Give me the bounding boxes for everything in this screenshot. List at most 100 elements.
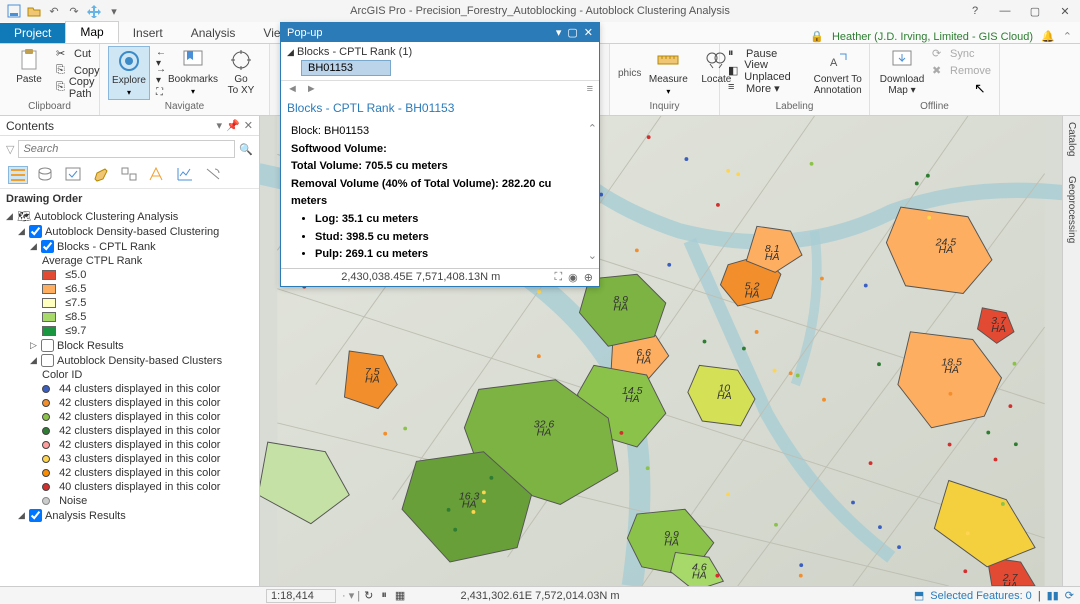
popup-select-icon[interactable]: ⊕ <box>584 271 593 284</box>
tab-insert[interactable]: Insert <box>119 23 177 43</box>
popup-scroll-down-icon[interactable]: ⌄ <box>588 248 597 266</box>
status-pause-icon[interactable]: ⏸ <box>381 589 387 602</box>
tab-geoprocessing[interactable]: Geoprocessing <box>1066 176 1077 243</box>
status-pause2-icon[interactable]: ▮▮ <box>1047 589 1059 602</box>
legend-class[interactable]: ≤6.5 <box>42 282 253 296</box>
measure-button[interactable]: Measure▾ <box>647 46 689 98</box>
close-icon[interactable]: ✕ <box>1056 5 1074 18</box>
tab-map[interactable]: Map <box>65 21 118 43</box>
qat-dropdown-icon[interactable]: ▾ <box>106 3 122 19</box>
legend-cluster[interactable]: 40 clusters displayed in this color <box>42 480 253 494</box>
redo-icon[interactable]: ↷ <box>66 3 82 19</box>
maximize-icon[interactable]: ▢ <box>1026 5 1044 18</box>
legend-cluster[interactable]: 42 clusters displayed in this color <box>42 424 253 438</box>
panel-pin-icon[interactable]: 📌 <box>226 119 240 132</box>
gotoxy-button[interactable]: Go To XY <box>220 46 262 98</box>
more-button[interactable]: ≡More ▾ <box>728 80 808 96</box>
popup-restore-icon[interactable]: ▢ <box>567 26 577 39</box>
notifications-icon[interactable]: 🔔 <box>1041 30 1055 43</box>
ribbon-collapse-icon[interactable]: ⌃ <box>1063 30 1072 43</box>
blockresults-checkbox[interactable] <box>41 339 54 352</box>
clusters-checkbox[interactable] <box>41 354 54 367</box>
filter-icon[interactable]: ▽ <box>6 143 14 156</box>
infographics-partial[interactable]: phics <box>618 68 641 79</box>
list-label-icon[interactable] <box>148 166 168 184</box>
list-drawing-icon[interactable] <box>8 166 28 184</box>
search-icon[interactable]: 🔍 <box>239 143 253 156</box>
list-edit-icon[interactable] <box>92 166 112 184</box>
status-refresh-icon[interactable]: ⟳ <box>1065 589 1074 602</box>
nav-next-button[interactable]: → ▾ <box>156 67 166 83</box>
scale-input[interactable]: 1:18,414 <box>266 589 336 603</box>
popup-prev-icon[interactable]: ◄ <box>287 83 298 95</box>
popup-zoom-icon[interactable]: ⛶ <box>554 271 562 284</box>
copypath-button[interactable]: ⎘Copy Path <box>56 80 100 96</box>
panel-dropdown-icon[interactable]: ▾ <box>217 119 223 132</box>
legend-cluster[interactable]: 42 clusters displayed in this color <box>42 410 253 424</box>
pan-icon[interactable] <box>86 3 102 19</box>
legend-cluster[interactable]: 42 clusters displayed in this color <box>42 438 253 452</box>
list-selection-icon[interactable] <box>64 166 84 184</box>
popup-block: Block: BH01153 <box>291 123 589 141</box>
save-icon[interactable] <box>6 3 22 19</box>
legend-class[interactable]: ≤7.5 <box>42 296 253 310</box>
toc-block-results[interactable]: ▷Block Results <box>30 338 253 353</box>
layer1-checkbox[interactable] <box>29 225 42 238</box>
list-snap-icon[interactable] <box>120 166 140 184</box>
convert-annotation-button[interactable]: A Convert To Annotation <box>814 46 861 98</box>
undo-icon[interactable]: ↶ <box>46 3 62 19</box>
tab-analysis[interactable]: Analysis <box>177 23 250 43</box>
legend-cluster[interactable]: 42 clusters displayed in this color <box>42 396 253 410</box>
toc-layer-group[interactable]: ◢Autoblock Density-based Clustering <box>18 224 253 239</box>
popup-next-icon[interactable]: ► <box>306 83 317 95</box>
remove-button[interactable]: ✖Remove <box>932 63 991 79</box>
popup-flash-icon[interactable]: ◉ <box>568 271 578 284</box>
tab-project[interactable]: Project <box>0 23 65 43</box>
legend-cluster[interactable]: 44 clusters displayed in this color <box>42 382 253 396</box>
popup-menu-icon[interactable]: ≡ <box>587 83 593 95</box>
legend-cluster[interactable]: 42 clusters displayed in this color <box>42 466 253 480</box>
help-icon[interactable]: ? <box>966 5 984 18</box>
viewunplaced-button[interactable]: ◧View Unplaced <box>728 63 808 79</box>
popup-feature-link[interactable]: Blocks - CPTL Rank - BH01153 <box>281 97 599 119</box>
sync-button[interactable]: ⟳Sync <box>932 46 991 62</box>
popup-dropdown-icon[interactable]: ▾ <box>556 26 562 39</box>
legend-class[interactable]: ≤5.0 <box>42 268 253 282</box>
layer2-checkbox[interactable] <box>41 240 54 253</box>
paste-button[interactable]: Paste <box>8 46 50 87</box>
status-rotate-icon[interactable]: ↻ <box>364 589 373 602</box>
popup-titlebar[interactable]: Pop-up ▾▢✕ <box>281 23 599 42</box>
legend-class[interactable]: ≤9.7 <box>42 324 253 338</box>
list-source-icon[interactable] <box>36 166 56 184</box>
tab-catalog[interactable]: Catalog <box>1066 122 1077 156</box>
list-chart-icon[interactable] <box>176 166 196 184</box>
popup-close-icon[interactable]: ✕ <box>584 26 593 39</box>
toc-analysis-results[interactable]: ◢Analysis Results <box>18 508 253 523</box>
svg-text:A: A <box>830 57 838 69</box>
status-grid-icon[interactable]: ▦ <box>395 589 405 602</box>
toc-clusters-layer[interactable]: ◢Autoblock Density-based Clusters <box>30 353 253 368</box>
minimize-icon[interactable]: — <box>996 5 1014 18</box>
legend-cluster[interactable]: 43 clusters displayed in this color <box>42 452 253 466</box>
selected-count[interactable]: Selected Features: 0 <box>930 590 1032 602</box>
toc-layer-blocks[interactable]: ◢Blocks - CPTL Rank <box>30 239 253 254</box>
open-icon[interactable] <box>26 3 42 19</box>
bookmarks-button[interactable]: Bookmarks▾ <box>172 46 214 98</box>
download-map-button[interactable]: Download Map ▾ <box>878 46 926 98</box>
signin-user[interactable]: Heather (J.D. Irving, Limited - GIS Clou… <box>832 31 1033 43</box>
popup-tree-feature[interactable]: BH01153 <box>301 60 391 76</box>
nav-extent-button[interactable]: ⛶ <box>156 84 166 100</box>
explore-button[interactable]: Explore▾ <box>108 46 150 100</box>
analysis-checkbox[interactable] <box>29 509 42 522</box>
toc-map[interactable]: ◢🗺Autoblock Clustering Analysis <box>6 209 253 224</box>
cut-button[interactable]: ✂Cut <box>56 46 100 62</box>
avg-rank-label: Average CTPL Rank <box>42 254 253 268</box>
legend-class[interactable]: ≤8.5 <box>42 310 253 324</box>
panel-close-icon[interactable]: ✕ <box>244 119 253 132</box>
pause-icon: ⏸ <box>728 47 742 61</box>
popup-tree-layer[interactable]: ◢ Blocks - CPTL Rank (1) <box>287 46 593 58</box>
list-tool-icon[interactable] <box>204 166 224 184</box>
search-input[interactable] <box>18 140 235 158</box>
popup-scroll-up-icon[interactable]: ⌃ <box>588 121 597 139</box>
noise-item[interactable]: Noise <box>42 494 253 508</box>
